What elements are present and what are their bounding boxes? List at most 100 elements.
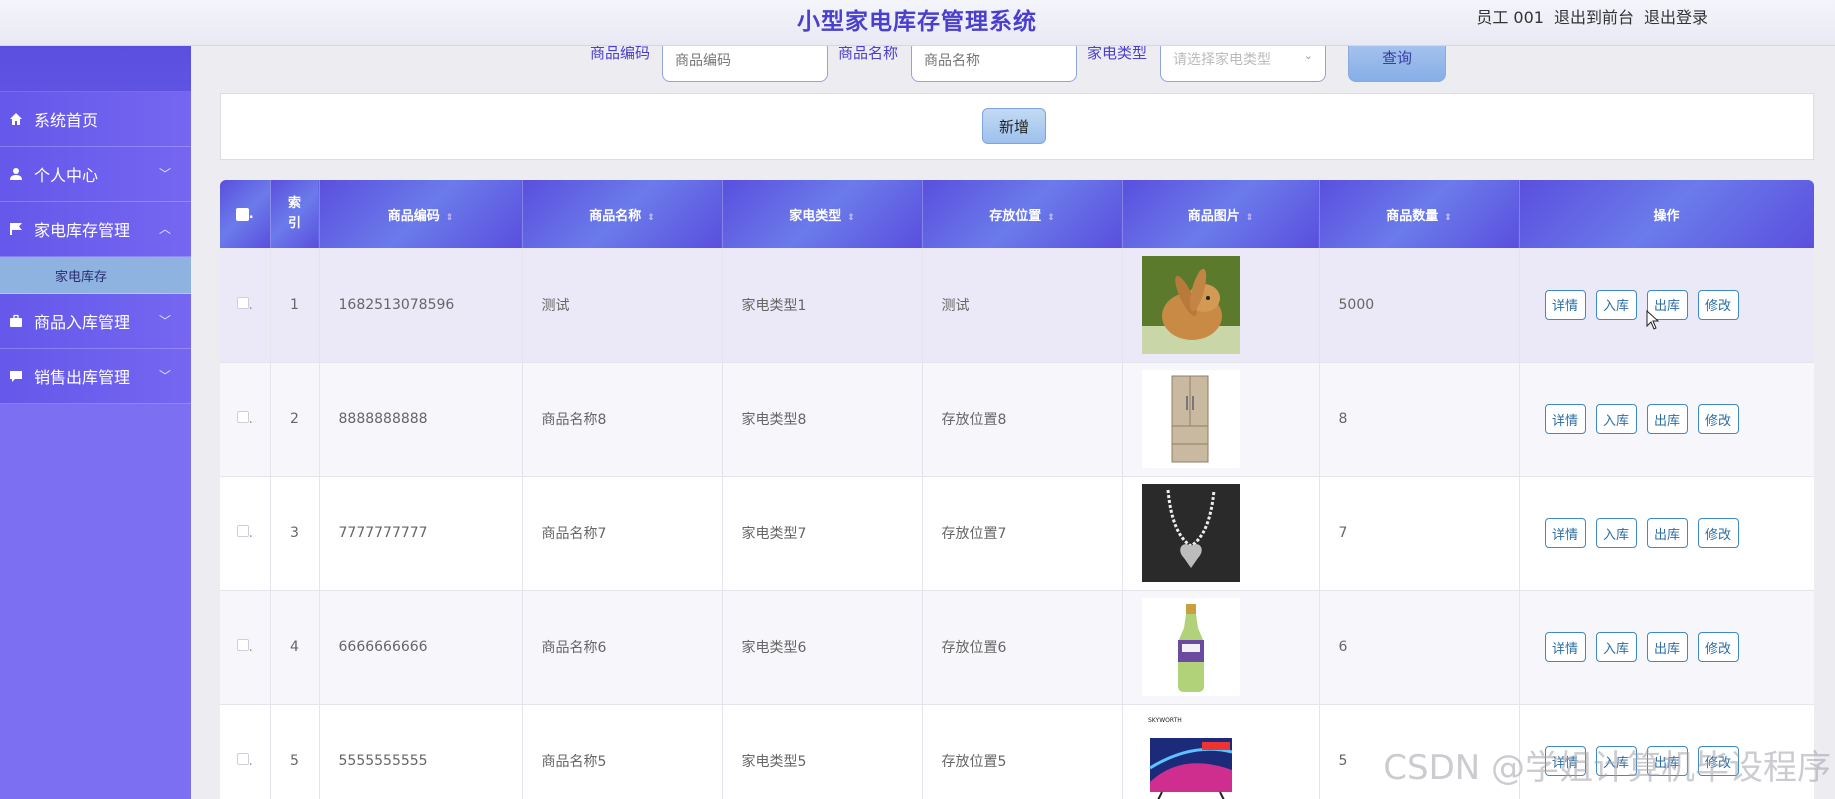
- edit-button[interactable]: 修改: [1697, 518, 1739, 548]
- cell-name: 商品名称7: [522, 476, 723, 591]
- name-search-input[interactable]: [911, 40, 1077, 82]
- cell-type: 家电类型6: [722, 590, 923, 705]
- table-row[interactable]: . 4 6666666666 商品名称6 家电类型6 存放位置6 6 详情 入库…: [220, 590, 1814, 705]
- row-checkbox[interactable]: [236, 411, 249, 423]
- cell-code: 8888888888: [319, 362, 523, 477]
- row-checkbox[interactable]: [236, 753, 249, 765]
- stock-in-button[interactable]: 入库: [1595, 518, 1637, 548]
- svg-text:SKYWORTH: SKYWORTH: [1148, 717, 1182, 724]
- row-checkbox[interactable]: [236, 525, 249, 537]
- sidebar-item-label: 家电库存管理: [34, 221, 131, 240]
- column-header-image[interactable]: 商品图片 ⇕: [1122, 180, 1320, 248]
- row-checkbox[interactable]: [236, 296, 249, 309]
- add-button[interactable]: 新增: [982, 108, 1046, 144]
- sidebar-subitem-inventory[interactable]: 家电库存: [0, 257, 191, 294]
- sort-icon[interactable]: ⇕: [847, 213, 855, 223]
- cell-location: 测试: [922, 248, 1123, 363]
- sidebar-item-label: 销售出库管理: [34, 368, 131, 387]
- sidebar-item-inventory-management[interactable]: 家电库存管理 ︿: [0, 202, 191, 257]
- product-image[interactable]: [1141, 370, 1240, 468]
- type-select[interactable]: 请选择家电类型 ⌄: [1160, 40, 1326, 82]
- edit-button[interactable]: 修改: [1697, 632, 1739, 662]
- exit-to-front-link[interactable]: 退出到前台: [1554, 4, 1634, 28]
- column-header-quantity[interactable]: 商品数量 ⇕: [1319, 180, 1520, 248]
- product-image[interactable]: [1141, 598, 1240, 696]
- sort-icon[interactable]: ⇕: [446, 213, 454, 223]
- cell-quantity: 5000: [1319, 248, 1520, 363]
- detail-button[interactable]: 详情: [1544, 289, 1586, 320]
- detail-button[interactable]: 详情: [1544, 632, 1586, 662]
- row-checkbox-cell[interactable]: .: [220, 362, 271, 477]
- cell-index: 2: [270, 362, 320, 477]
- product-image[interactable]: SKYWORTH: [1141, 712, 1240, 799]
- user-name: 员工 001: [1476, 8, 1544, 27]
- stock-out-button[interactable]: 出库: [1646, 404, 1688, 434]
- sort-icon[interactable]: ⇕: [647, 213, 655, 223]
- briefcase-icon: [8, 313, 24, 329]
- data-table: . 索引 商品编码 ⇕ 商品名称 ⇕ 家电类型 ⇕ 存放位置 ⇕ 商品图片 ⇕ 商品数量 ⇕…: [220, 180, 1814, 799]
- user-icon: [8, 166, 24, 182]
- sidebar-item-label: 商品入库管理: [34, 313, 131, 332]
- column-header-name[interactable]: 商品名称 ⇕: [522, 180, 723, 248]
- edit-button[interactable]: 修改: [1697, 289, 1739, 320]
- table-row[interactable]: . 1 1682513078596 测试 家电类型1 测试 5000 详情 入库…: [220, 248, 1814, 363]
- cell-quantity: 8: [1319, 362, 1520, 477]
- row-checkbox[interactable]: [236, 639, 249, 651]
- stock-out-button[interactable]: 出库: [1646, 518, 1688, 548]
- type-select-placeholder: 请选择家电类型: [1173, 52, 1271, 68]
- row-checkbox-cell[interactable]: .: [220, 704, 271, 799]
- cell-quantity: 7: [1319, 476, 1520, 591]
- cell-location: 存放位置6: [922, 590, 1123, 705]
- product-image[interactable]: [1141, 255, 1240, 354]
- row-checkbox-cell[interactable]: .: [220, 590, 271, 705]
- cell-actions: 详情 入库 出库 修改: [1519, 248, 1814, 363]
- product-image[interactable]: [1141, 484, 1240, 582]
- code-search-input[interactable]: [662, 40, 828, 82]
- sidebar-item-personal-center[interactable]: 个人中心 ﹀: [0, 147, 191, 202]
- select-all-checkbox-cell[interactable]: .: [220, 180, 271, 248]
- mouse-cursor-icon: [1646, 310, 1660, 330]
- detail-button[interactable]: 详情: [1544, 518, 1586, 548]
- column-header-label: 商品图片: [1187, 208, 1240, 224]
- data-table-wrapper: . 索引 商品编码 ⇕ 商品名称 ⇕ 家电类型 ⇕ 存放位置 ⇕ 商品图片 ⇕ 商品数量 ⇕…: [220, 180, 1814, 799]
- cell-location: 存放位置7: [922, 476, 1123, 591]
- sort-icon[interactable]: ⇕: [1246, 213, 1254, 223]
- stock-in-button[interactable]: 入库: [1595, 404, 1637, 434]
- chevron-up-icon: ︿: [158, 222, 171, 236]
- cell-index: 3: [270, 476, 320, 591]
- stock-in-button[interactable]: 入库: [1595, 632, 1637, 662]
- sidebar-item-stock-in[interactable]: 商品入库管理 ﹀: [0, 294, 191, 349]
- column-header-location[interactable]: 存放位置 ⇕: [922, 180, 1123, 248]
- sidebar-item-home[interactable]: 系统首页: [0, 92, 191, 147]
- column-header-actions: 操作: [1519, 180, 1814, 248]
- sidebar-item-label: 系统首页: [34, 111, 99, 130]
- column-header-type[interactable]: 家电类型 ⇕: [722, 180, 923, 248]
- chevron-down-icon: ﹀: [158, 314, 171, 328]
- cell-name: 商品名称8: [522, 362, 723, 477]
- row-checkbox-cell[interactable]: .: [220, 476, 271, 591]
- home-icon: [8, 111, 24, 127]
- cell-quantity: 6: [1319, 590, 1520, 705]
- cell-actions: 详情 入库 出库 修改: [1519, 476, 1814, 591]
- column-header-index: 索引: [270, 180, 320, 248]
- stock-in-button[interactable]: 入库: [1595, 289, 1637, 320]
- sidebar-item-sales-out[interactable]: 销售出库管理 ﹀: [0, 349, 191, 404]
- cell-code: 7777777777: [319, 476, 523, 591]
- table-row[interactable]: . 2 8888888888 商品名称8 家电类型8 存放位置8 8 详情 入库…: [220, 362, 1814, 477]
- edit-button[interactable]: 修改: [1697, 404, 1739, 434]
- select-all-checkbox[interactable]: [235, 207, 249, 221]
- column-header-code[interactable]: 商品编码 ⇕: [319, 180, 523, 248]
- stock-out-button[interactable]: 出库: [1646, 632, 1688, 662]
- cell-location: 存放位置5: [922, 704, 1123, 799]
- sort-icon[interactable]: ⇕: [1444, 213, 1452, 223]
- sort-icon[interactable]: ⇕: [1047, 213, 1055, 223]
- page: 商品编码 商品名称 家电类型 请选择家电类型 ⌄ 查询 小型家电库存管理系统 员…: [0, 0, 1835, 799]
- logout-link[interactable]: 退出登录: [1644, 4, 1708, 28]
- chevron-down-icon: ﹀: [158, 369, 171, 383]
- detail-button[interactable]: 详情: [1544, 404, 1586, 434]
- cell-image: [1122, 248, 1320, 363]
- row-checkbox-cell[interactable]: .: [220, 248, 271, 363]
- table-row[interactable]: . 3 7777777777 商品名称7 家电类型7 存放位置7 7 详情 入库…: [220, 476, 1814, 591]
- cell-index: 1: [270, 248, 320, 363]
- sidebar: 系统首页 个人中心 ﹀ 家电库存管理 ︿ 家电库存 商品入库管理 ﹀ 销售出库管…: [0, 46, 191, 799]
